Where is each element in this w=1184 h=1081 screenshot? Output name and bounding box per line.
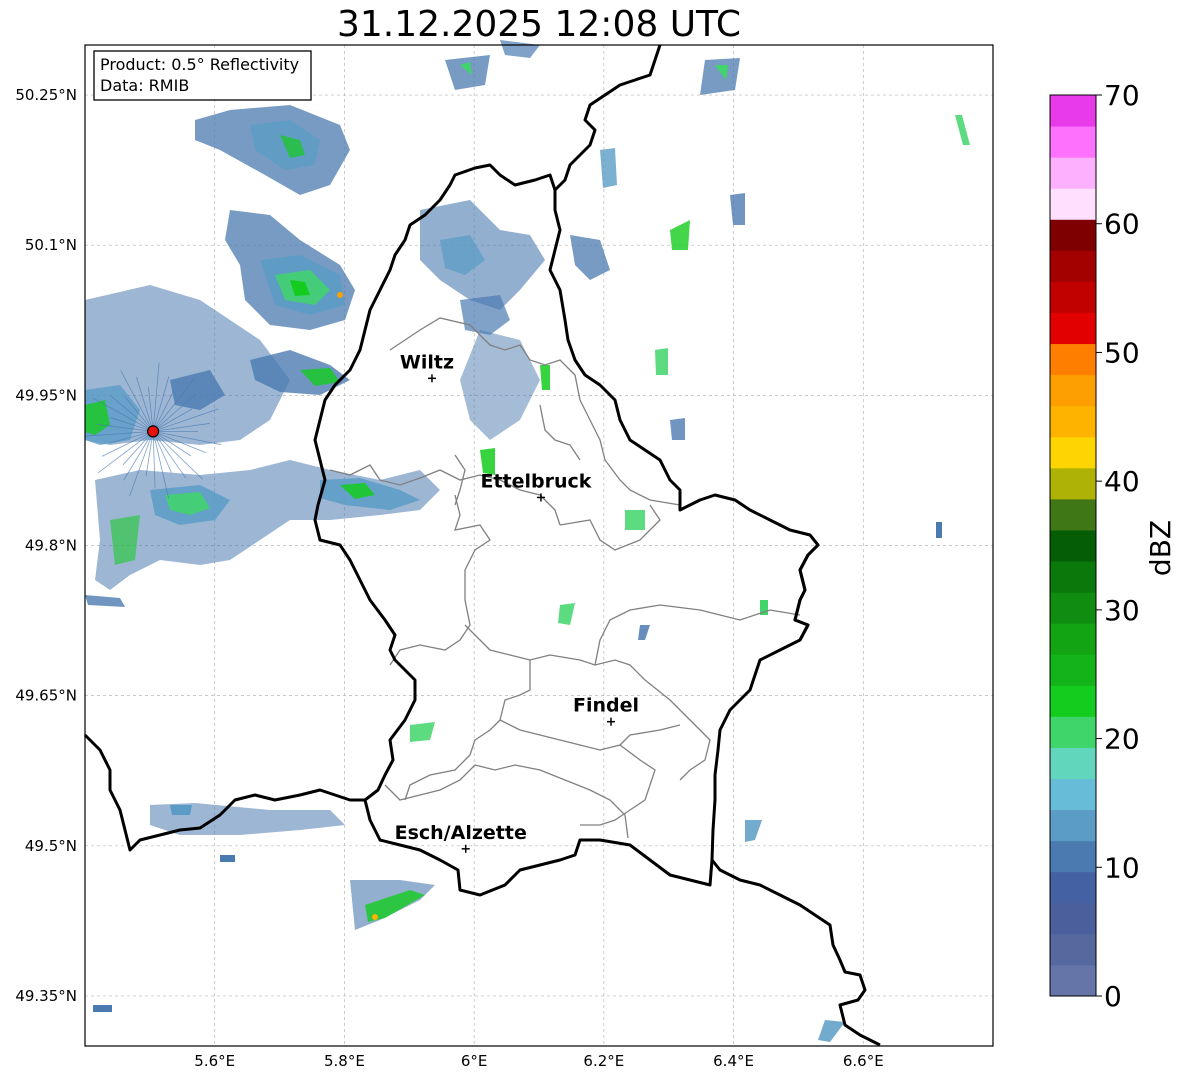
- colorbar-segment: [1050, 343, 1096, 376]
- x-tick-label: 5.8°E: [324, 1052, 365, 1070]
- x-axis-ticks: 5.6°E 5.8°E 6°E 6.2°E 6.4°E 6.6°E: [194, 1052, 883, 1070]
- colorbar-segment: [1050, 467, 1096, 500]
- colorbar-segment: [1050, 747, 1096, 780]
- colorbar-segment: [1050, 374, 1096, 407]
- colorbar-tick-label: 40: [1104, 465, 1140, 498]
- colorbar-segment: [1050, 964, 1096, 997]
- y-tick-label: 49.8°N: [25, 537, 77, 555]
- y-tick-label: 49.35°N: [15, 987, 77, 1005]
- x-tick-label: 6.2°E: [583, 1052, 624, 1070]
- colorbar-segment: [1050, 405, 1096, 438]
- colorbar-segment: [1050, 188, 1096, 220]
- info-box: Product: 0.5° Reflectivity Data: RMIB: [93, 50, 312, 101]
- colorbar-segment: [1050, 561, 1096, 593]
- colorbar-tick-label: 0: [1104, 980, 1122, 1013]
- colorbar-tick-label: 50: [1104, 336, 1140, 369]
- colorbar-segment: [1050, 716, 1096, 748]
- colorbar-segment: [1050, 623, 1096, 655]
- colorbar-segment: [1050, 871, 1096, 904]
- y-tick-label: 49.95°N: [15, 386, 77, 404]
- colorbar-segment: [1050, 902, 1096, 935]
- colorbar-segment: [1050, 219, 1096, 251]
- colorbar: [1049, 94, 1097, 997]
- colorbar-segment: [1050, 809, 1096, 842]
- x-tick-label: 6°E: [461, 1052, 488, 1070]
- radar-map: WiltzEttelbruckFindelEsch/Alzette 5.6°E 5…: [15, 40, 1177, 1070]
- colorbar-segment: [1050, 498, 1096, 531]
- colorbar-segment: [1050, 95, 1096, 127]
- colorbar-segment: [1050, 126, 1096, 158]
- info-data-source: Data: RMIB: [100, 76, 189, 95]
- y-tick-label: 50.25°N: [15, 86, 77, 104]
- city-label: Esch/Alzette: [395, 822, 527, 844]
- y-tick-label: 50.1°N: [25, 236, 77, 254]
- city-label: Findel: [573, 695, 639, 717]
- colorbar-segment: [1050, 654, 1096, 686]
- city-label: Wiltz: [400, 351, 454, 373]
- colorbar-segment: [1050, 778, 1096, 811]
- colorbar-tick-label: 20: [1104, 723, 1140, 756]
- x-tick-label: 6.6°E: [843, 1052, 884, 1070]
- colorbar-segment: [1050, 250, 1096, 282]
- colorbar-segment: [1050, 840, 1096, 873]
- colorbar-segment: [1050, 312, 1096, 345]
- colorbar-segment: [1050, 685, 1096, 717]
- y-axis-ticks: 50.25°N 50.1°N 49.95°N 49.8°N 49.65°N 49.5°N 4…: [15, 86, 77, 1005]
- colorbar-label: dBZ: [1144, 520, 1177, 576]
- x-tick-label: 5.6°E: [194, 1052, 235, 1070]
- y-tick-label: 49.5°N: [25, 837, 77, 855]
- radar-site-marker: [147, 425, 160, 438]
- info-product: Product: 0.5° Reflectivity: [100, 55, 299, 74]
- colorbar-segment: [1050, 933, 1096, 966]
- colorbar-ticks: 0 10 20 30 40 50 60 70: [1096, 79, 1140, 1013]
- colorbar-segment: [1050, 436, 1096, 469]
- colorbar-tick-label: 30: [1104, 594, 1140, 627]
- city-label: Ettelbruck: [480, 470, 591, 492]
- x-tick-label: 6.4°E: [713, 1052, 754, 1070]
- colorbar-segment: [1050, 157, 1096, 189]
- colorbar-tick-label: 10: [1104, 851, 1140, 884]
- colorbar-segment: [1050, 281, 1096, 313]
- colorbar-tick-label: 60: [1104, 208, 1140, 241]
- colorbar-segment: [1050, 529, 1096, 562]
- y-tick-label: 49.65°N: [15, 687, 77, 705]
- colorbar-segment: [1050, 592, 1096, 624]
- colorbar-tick-label: 70: [1104, 79, 1140, 112]
